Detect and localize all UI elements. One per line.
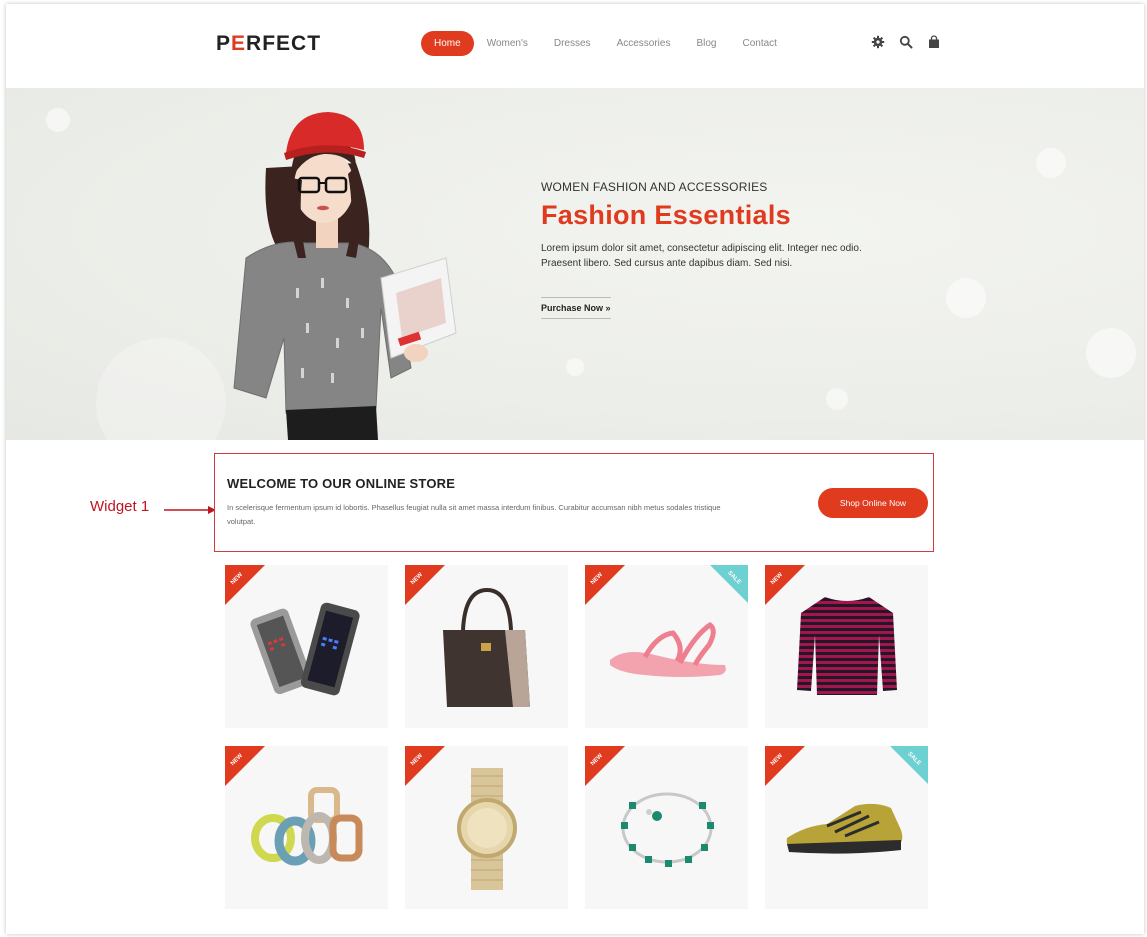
bokeh-decoration — [46, 108, 70, 132]
logo-part: RFECT — [246, 32, 322, 55]
new-badge: NEW — [405, 746, 445, 786]
hero-model-image — [233, 112, 457, 440]
welcome-widget: WELCOME TO OUR ONLINE STORE In scelerisq… — [214, 453, 934, 552]
nav-item-dresses[interactable]: Dresses — [541, 31, 604, 56]
new-badge: NEW — [765, 565, 805, 605]
new-badge: NEW — [765, 746, 805, 786]
hero-text-block: WOMEN FASHION AND ACCESSORIES Fashion Es… — [541, 180, 881, 319]
product-card-led-watches[interactable]: NEW — [225, 565, 388, 728]
hero-title: Fashion Essentials — [541, 200, 791, 230]
new-badge: NEW — [405, 565, 445, 605]
nav-item-contact[interactable]: Contact — [729, 31, 789, 56]
header-icons — [871, 35, 941, 49]
widget-title: WELCOME TO OUR ONLINE STORE — [227, 476, 456, 491]
hero-subtitle: WOMEN FASHION AND ACCESSORIES — [541, 180, 768, 194]
logo-part: P — [216, 32, 232, 55]
search-icon[interactable] — [899, 35, 913, 49]
site-header: PERFECT Home Women's Dresses Accessories… — [6, 4, 1144, 88]
shop-online-now-button[interactable]: Shop Online Now — [818, 488, 928, 518]
shopping-bag-icon[interactable] — [927, 35, 941, 49]
product-card-striped-sweater[interactable]: NEW — [765, 565, 928, 728]
new-badge: NEW — [225, 746, 265, 786]
purchase-now-link[interactable]: Purchase Now » — [541, 297, 611, 319]
product-card-sandal[interactable]: NEW SALE — [585, 565, 748, 728]
widget-annotation-label: Widget 1 — [90, 498, 150, 515]
product-card-sneaker[interactable]: NEW SALE — [765, 746, 928, 909]
nav-item-home[interactable]: Home — [421, 31, 474, 56]
nav-item-accessories[interactable]: Accessories — [604, 31, 684, 56]
sale-badge: SALE — [710, 565, 748, 603]
nav-item-womens[interactable]: Women's — [474, 31, 541, 56]
arrow-right-icon — [164, 506, 216, 514]
sale-badge: SALE — [890, 746, 928, 784]
logo-accent-letter: E — [231, 32, 247, 55]
new-badge: NEW — [225, 565, 265, 605]
bokeh-decoration — [1086, 328, 1136, 378]
bokeh-decoration — [566, 358, 584, 376]
page-frame: PERFECT Home Women's Dresses Accessories… — [6, 4, 1144, 934]
product-card-necklace[interactable]: NEW — [585, 746, 748, 909]
nav-item-blog[interactable]: Blog — [683, 31, 729, 56]
bokeh-decoration — [826, 388, 848, 410]
hero-description: Lorem ipsum dolor sit amet, consectetur … — [541, 243, 862, 269]
main-nav: Home Women's Dresses Accessories Blog Co… — [421, 31, 790, 56]
new-badge: NEW — [585, 746, 625, 786]
product-card-gold-watch[interactable]: NEW — [405, 746, 568, 909]
product-card-handbag[interactable]: NEW — [405, 565, 568, 728]
product-card-bangles[interactable]: NEW — [225, 746, 388, 909]
bokeh-decoration — [1036, 148, 1066, 178]
widget-text: In scelerisque fermentum ipsum id lobort… — [227, 503, 721, 526]
hero-banner: WOMEN FASHION AND ACCESSORIES Fashion Es… — [6, 88, 1144, 440]
new-badge: NEW — [585, 565, 625, 605]
site-logo[interactable]: PERFECT — [216, 32, 321, 56]
gear-icon[interactable] — [871, 35, 885, 49]
product-grid: NEW NEW NEW SALE NEW NEW NEW NEW NEW SAL… — [225, 565, 929, 909]
bokeh-decoration — [946, 278, 986, 318]
